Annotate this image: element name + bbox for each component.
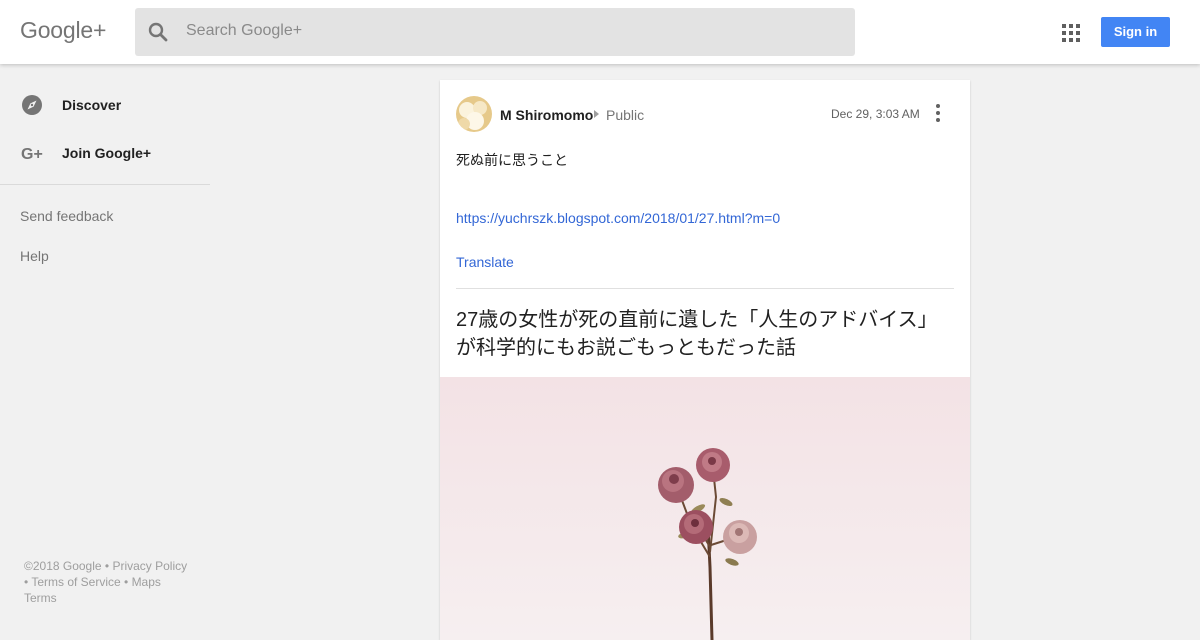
sign-in-button[interactable]: Sign in	[1101, 17, 1170, 47]
privacy-policy-link[interactable]: Privacy Policy	[112, 559, 187, 573]
send-feedback-link[interactable]: Send feedback	[20, 208, 113, 224]
terms-link[interactable]: Terms	[24, 591, 57, 605]
sidebar-item-discover[interactable]: Discover	[0, 81, 210, 129]
svg-text:G+: G+	[21, 146, 43, 163]
post-author[interactable]: M Shiromomo	[500, 107, 593, 123]
sidebar-item-label: Join Google+	[62, 145, 152, 161]
post-divider	[456, 288, 954, 289]
footer-links: ©2018 Google • Privacy Policy • Terms of…	[24, 559, 188, 605]
link-preview-image[interactable]	[440, 377, 970, 640]
terms-of-service-link[interactable]: Terms of Service	[31, 575, 120, 589]
top-bar: Google+ Search Google+ Sign in	[0, 0, 1200, 64]
maps-link[interactable]: Maps	[132, 575, 161, 589]
help-link[interactable]: Help	[20, 248, 49, 264]
link-preview-title[interactable]: 27歳の女性が死の直前に遺した「人生のアドバイス」が科学的にもお説ごもっともだっ…	[456, 306, 954, 362]
google-plus-logo[interactable]: Google+	[20, 17, 106, 44]
compass-icon	[22, 95, 42, 115]
apps-grid-icon[interactable]	[1062, 24, 1080, 42]
copyright-text: ©2018 Google	[24, 559, 102, 573]
search-input[interactable]: Search Google+	[186, 22, 302, 40]
post-text: 死ぬ前に思うこと	[456, 152, 568, 168]
post-card: M Shiromomo Public Dec 29, 3:03 AM 死ぬ前に思…	[440, 80, 970, 640]
avatar[interactable]	[456, 96, 492, 132]
post-timestamp[interactable]: Dec 29, 3:03 AM	[831, 107, 920, 121]
sidebar-item-join-google-plus[interactable]: G+ Join Google+	[0, 129, 210, 177]
caret-right-icon	[594, 110, 599, 118]
sidebar-divider	[0, 184, 210, 185]
post-link[interactable]: https://yuchrszk.blogspot.com/2018/01/27…	[456, 210, 780, 226]
post-visibility: Public	[606, 107, 645, 123]
google-plus-icon: G+	[21, 146, 43, 163]
sidebar: Discover G+ Join Google+ Send feedback H…	[0, 64, 210, 630]
search-icon	[148, 22, 168, 42]
avatar-image	[456, 96, 492, 132]
sidebar-item-label: Discover	[62, 97, 122, 113]
search-box[interactable]: Search Google+	[135, 8, 855, 56]
more-options-icon[interactable]	[934, 104, 942, 122]
translate-link[interactable]: Translate	[456, 254, 514, 270]
